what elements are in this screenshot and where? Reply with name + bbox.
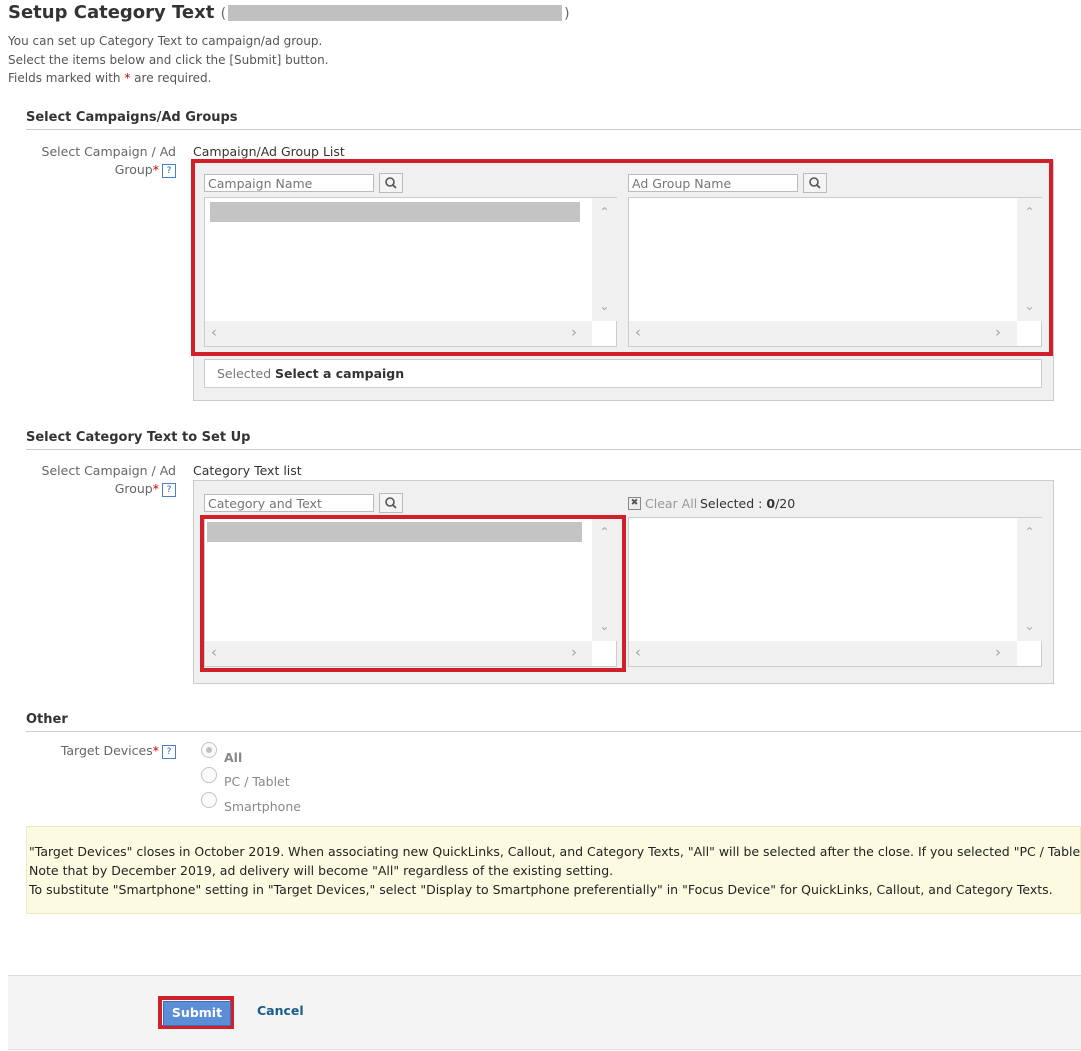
help-icon[interactable]: ? xyxy=(162,163,176,178)
category-text-list-title: Category Text list xyxy=(193,463,302,478)
field-label-campaign-adgroup: Select Campaign / Ad Group*? xyxy=(26,143,176,179)
required-marker: * xyxy=(152,743,159,758)
clear-all-link[interactable]: Clear All xyxy=(645,496,697,511)
intro-line-1: You can set up Category Text to campaign… xyxy=(8,34,323,48)
intro-text: You can set up Category Text to campaign… xyxy=(8,32,329,88)
field-label-line1: Select Campaign / Ad xyxy=(41,144,176,159)
selected-count-max: /20 xyxy=(775,496,796,511)
intro-line-3: Fields marked with * are required. xyxy=(8,69,329,88)
category-search-button[interactable] xyxy=(379,493,403,513)
target-devices-notice: "Target Devices" closes in October 2019.… xyxy=(26,826,1081,914)
radio-all[interactable] xyxy=(201,742,217,758)
notice-line-3: To substitute "Smartphone" setting in "T… xyxy=(29,882,1053,897)
clear-all-icon[interactable]: ✖ xyxy=(628,497,641,510)
notice-line-2: Note that by December 2019, ad delivery … xyxy=(29,863,614,878)
search-icon xyxy=(385,497,397,509)
selected-category-text-listbox[interactable]: ⌃ ⌄ ‹ › xyxy=(628,517,1042,667)
field-label-line2-wrap: Group*? xyxy=(26,161,176,179)
selected-value: Select a campaign xyxy=(275,366,405,381)
target-devices-label: Target Devices xyxy=(60,743,153,758)
campaign-adgroup-list-title: Campaign/Ad Group List xyxy=(193,144,345,159)
selected-label: Selected xyxy=(217,366,272,381)
field-label-line2: Group xyxy=(114,162,153,177)
section-heading-category-text: Select Category Text to Set Up xyxy=(26,430,1081,450)
help-icon[interactable]: ? xyxy=(162,744,176,759)
radio-label-pc-tablet[interactable]: PC / Tablet xyxy=(224,774,290,789)
field-label-target-devices: Target Devices*? xyxy=(26,743,176,759)
highlight-box-category-list xyxy=(200,515,626,672)
field-label-line1: Select Campaign / Ad xyxy=(41,463,176,478)
intro-line-3-a: Fields marked with xyxy=(8,71,125,85)
field-label-line2: Group xyxy=(114,481,153,496)
intro-line-3-b: are required. xyxy=(130,71,212,85)
intro-line-2: Select the items below and click the [Su… xyxy=(8,52,329,67)
required-marker: * xyxy=(152,481,159,496)
field-label-category-campaign-adgroup: Select Campaign / Ad Group*? xyxy=(26,462,176,498)
selected-campaign-display: Selected Select a campaign xyxy=(204,359,1042,388)
title-paren-open: ( xyxy=(220,6,227,22)
section-heading-campaigns: Select Campaigns/Ad Groups xyxy=(26,110,1081,130)
selected-count-display: Selected : 0/20 xyxy=(700,496,795,511)
help-icon[interactable]: ? xyxy=(162,482,176,497)
scroll-down-icon[interactable]: ⌄ xyxy=(1017,620,1042,632)
selected-count-label: Selected : xyxy=(700,496,763,511)
page-title-text: Setup Category Text xyxy=(8,2,215,23)
submit-button[interactable]: Submit xyxy=(163,1001,231,1026)
radio-label-all[interactable]: All xyxy=(224,750,242,765)
redacted-account-name xyxy=(228,5,563,21)
selected-count-value: 0 xyxy=(766,496,776,511)
highlight-box-campaign-lists xyxy=(191,159,1053,356)
notice-line-1: "Target Devices" closes in October 2019.… xyxy=(29,844,1081,859)
category-text-search-input[interactable] xyxy=(204,494,374,512)
radio-smartphone[interactable] xyxy=(201,792,217,808)
cancel-link[interactable]: Cancel xyxy=(257,1003,304,1018)
title-paren-close: ) xyxy=(564,6,570,22)
form-footer: Submit Cancel xyxy=(8,975,1081,1050)
field-label-line2-wrap: Group*? xyxy=(26,480,176,498)
scroll-up-icon[interactable]: ⌃ xyxy=(1017,526,1042,538)
scroll-left-icon[interactable]: ‹ xyxy=(635,645,641,660)
scroll-right-icon[interactable]: › xyxy=(995,645,1001,660)
selected-horizontal-scrollbar[interactable]: ‹ › xyxy=(629,641,1017,666)
required-marker: * xyxy=(152,162,159,177)
section-heading-other: Other xyxy=(26,712,1081,732)
radio-label-smartphone[interactable]: Smartphone xyxy=(224,799,301,814)
radio-selected-dot xyxy=(206,747,212,753)
radio-pc-tablet[interactable] xyxy=(201,767,217,783)
page-title: Setup Category Text () xyxy=(8,2,570,23)
selected-vertical-scrollbar[interactable]: ⌃ ⌄ xyxy=(1017,518,1042,641)
